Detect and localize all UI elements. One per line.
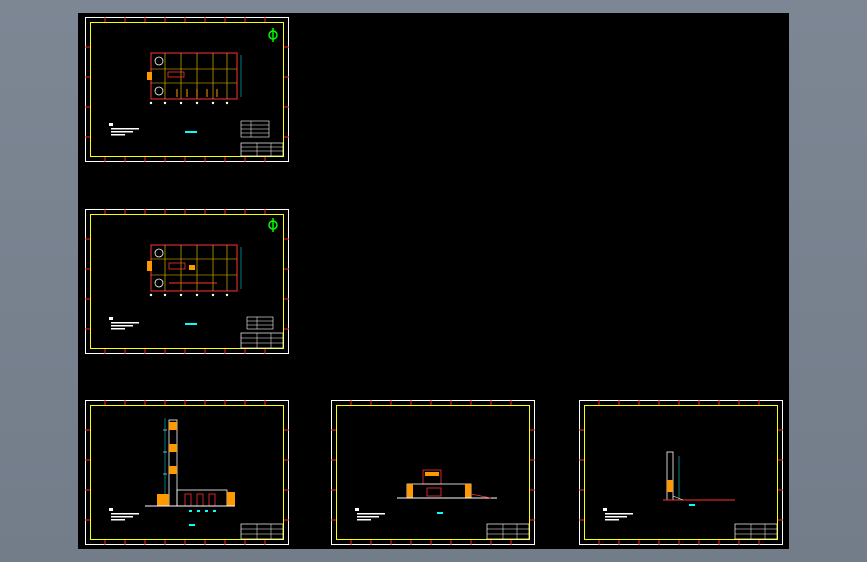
building-elevation xyxy=(145,489,235,512)
drawing-sheet-4[interactable] xyxy=(331,400,535,545)
frame-ticks xyxy=(85,400,289,545)
plan-caption xyxy=(185,323,197,325)
floor-plan xyxy=(147,52,242,105)
plan-caption xyxy=(185,131,197,133)
tower-elevation xyxy=(163,418,178,507)
drawing-canvas[interactable] xyxy=(78,13,789,549)
north-arrow-icon xyxy=(268,28,278,42)
title-block xyxy=(734,523,778,540)
legend-table xyxy=(240,120,270,138)
sheet-frame-outer xyxy=(85,400,289,545)
title-block xyxy=(486,523,530,540)
legend-table xyxy=(246,316,274,330)
elevation-caption xyxy=(189,524,195,526)
building-elevation xyxy=(397,469,497,499)
elevation-caption xyxy=(437,512,443,514)
frame-ticks xyxy=(579,400,783,545)
floor-plan xyxy=(147,244,242,297)
sheet-frame-outer xyxy=(85,209,289,354)
north-arrow-icon xyxy=(268,218,278,232)
title-block xyxy=(240,332,284,349)
notes-block xyxy=(109,508,139,521)
sheet-frame-outer xyxy=(579,400,783,545)
drawing-sheet-3[interactable] xyxy=(85,400,289,545)
elevation-caption xyxy=(689,504,695,506)
drawing-sheet-1[interactable] xyxy=(85,17,289,162)
title-block xyxy=(240,142,284,157)
frame-ticks xyxy=(85,209,289,354)
notes-block xyxy=(109,123,139,136)
drawing-sheet-5[interactable] xyxy=(579,400,783,545)
notes-block xyxy=(603,508,633,521)
title-block xyxy=(240,523,284,540)
notes-block xyxy=(355,508,385,521)
drawing-sheet-2[interactable] xyxy=(85,209,289,354)
notes-block xyxy=(109,317,139,330)
pole-elevation xyxy=(663,451,735,501)
